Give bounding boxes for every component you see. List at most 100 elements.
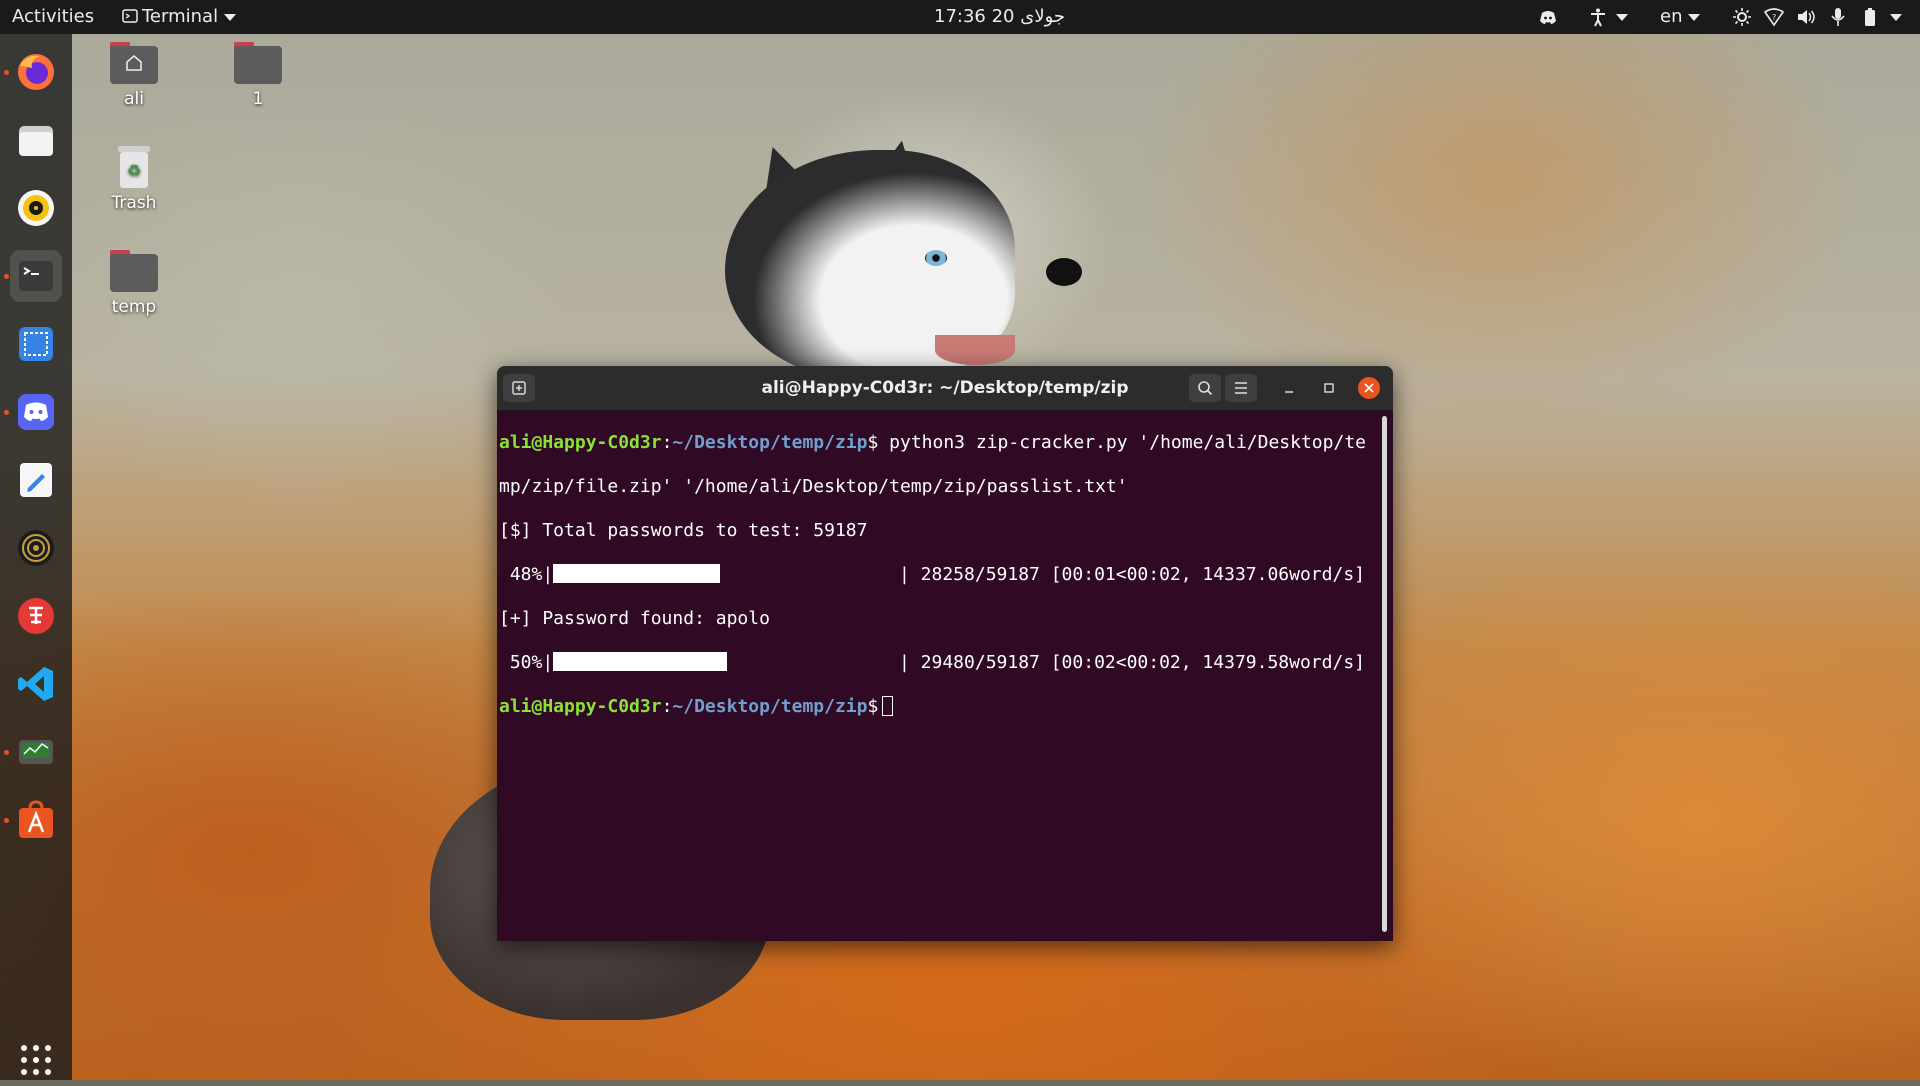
app-menu[interactable]: Terminal xyxy=(122,0,237,34)
prompt-separator: : xyxy=(661,696,673,717)
prompt-line: ali@Happy-C0d3r:~/Desktop/temp/zip$ xyxy=(499,696,1379,718)
prompt-path: ~/Desktop/temp/zip xyxy=(672,696,868,717)
output-password-found: [+] Password found: apolo xyxy=(499,608,770,629)
dock-app-red[interactable] xyxy=(10,590,62,642)
progress-bar-fill xyxy=(553,652,728,671)
command-line-2: mp/zip/file.zip' '/home/ali/Desktop/temp… xyxy=(499,476,1379,498)
accessibility-icon[interactable] xyxy=(1588,7,1608,27)
progress-percent: 50%| xyxy=(499,652,554,673)
vscode-icon xyxy=(18,667,53,701)
system-menu-chevron-icon[interactable] xyxy=(1890,14,1902,21)
screenshot-icon xyxy=(19,327,53,361)
dock-software-center[interactable] xyxy=(4,794,62,846)
language-label: en xyxy=(1660,6,1683,27)
running-indicator xyxy=(4,70,9,75)
dock-vscode[interactable] xyxy=(10,658,62,710)
microphone-icon[interactable] xyxy=(1828,7,1848,27)
chevron-down-icon xyxy=(1688,13,1701,21)
terminal-window[interactable]: ali@Happy-C0d3r: ~/Desktop/temp/zip ali@… xyxy=(497,366,1393,941)
speaker-icon xyxy=(18,530,54,566)
dock-screenshot[interactable] xyxy=(10,318,62,370)
desktop-icon-folder-1[interactable]: 1 xyxy=(208,42,308,109)
wallpaper-dog-mouth xyxy=(935,335,1015,365)
progress-stats: | 29480/59187 [00:02<00:02, 14379.58word… xyxy=(899,652,1365,673)
dock-discord[interactable] xyxy=(4,386,62,438)
prompt-symbol: $ xyxy=(867,432,879,453)
progress-bar-fill xyxy=(553,564,721,583)
terminal-icon xyxy=(19,261,53,291)
svg-text:♻: ♻ xyxy=(127,161,141,180)
trash-icon: ♻ xyxy=(118,146,150,188)
hamburger-menu-icon xyxy=(1235,382,1247,394)
terminal-small-icon xyxy=(122,9,138,23)
prompt-user: ali@Happy-C0d3r xyxy=(499,432,662,453)
output-total-passwords: [$] Total passwords to test: 59187 xyxy=(499,520,868,541)
terminal-scrollbar[interactable] xyxy=(1382,416,1387,932)
folder-icon xyxy=(234,42,282,84)
language-selector[interactable]: en xyxy=(1660,0,1701,34)
search-button[interactable] xyxy=(1189,374,1221,402)
maximize-icon xyxy=(1324,383,1334,393)
progress-percent: 48%| xyxy=(499,564,554,585)
home-folder-icon xyxy=(110,42,158,84)
activities-button[interactable]: Activities xyxy=(12,0,94,34)
dock-system-monitor[interactable] xyxy=(4,726,62,778)
dock-rhythmbox[interactable] xyxy=(10,182,62,234)
prompt-separator: : xyxy=(661,432,673,453)
app-red-icon xyxy=(18,598,54,634)
close-icon xyxy=(1358,377,1380,399)
firefox-icon xyxy=(18,54,54,90)
prompt-path: ~/Desktop/temp/zip xyxy=(672,432,868,453)
wallpaper-dog-nose xyxy=(1046,258,1082,286)
terminal-header-bar[interactable]: ali@Happy-C0d3r: ~/Desktop/temp/zip xyxy=(497,366,1393,411)
progress-stats: | 28258/59187 [00:01<00:02, 14337.06word… xyxy=(899,564,1365,585)
new-tab-icon xyxy=(512,381,526,395)
accessibility-chevron-icon[interactable] xyxy=(1616,14,1628,21)
desktop-icon-label: temp xyxy=(111,297,157,317)
maximize-button[interactable] xyxy=(1313,374,1345,402)
files-icon xyxy=(19,126,53,156)
command-line-1: ali@Happy-C0d3r:~/Desktop/temp/zip$ pyth… xyxy=(499,432,1379,454)
terminal-title: ali@Happy-C0d3r: ~/Desktop/temp/zip xyxy=(761,378,1129,398)
desktop-icon-label: Trash xyxy=(111,193,157,213)
desktop-icon-label: 1 xyxy=(252,89,264,109)
close-button[interactable] xyxy=(1353,374,1385,402)
progress-line-2: 50%| | 29480/59187 [00:02<00:02, 14379.58… xyxy=(499,652,1379,674)
folder-icon xyxy=(110,250,158,292)
dock-terminal[interactable] xyxy=(4,250,62,302)
running-indicator xyxy=(4,750,9,755)
app-menu-label: Terminal xyxy=(142,6,219,27)
desktop-icon-temp[interactable]: temp xyxy=(84,250,184,317)
running-indicator xyxy=(4,410,9,415)
desktop-icon-home[interactable]: ali xyxy=(84,42,184,109)
progress-line-1: 48%| | 28258/59187 [00:01<00:02, 14337.06… xyxy=(499,564,1379,586)
dock-files[interactable] xyxy=(10,114,62,166)
battery-icon[interactable] xyxy=(1860,7,1880,27)
clock[interactable]: 17:36 20 جولای xyxy=(934,0,1065,34)
dock-text-editor[interactable] xyxy=(10,454,62,506)
terminal-output[interactable]: ali@Happy-C0d3r:~/Desktop/temp/zip$ pyth… xyxy=(499,410,1379,935)
dock-speaker-app[interactable] xyxy=(10,522,62,574)
running-indicator xyxy=(4,818,9,823)
rhythmbox-icon xyxy=(18,190,54,226)
brightness-icon[interactable] xyxy=(1732,7,1752,27)
menu-button[interactable] xyxy=(1225,374,1257,402)
discord-tray-icon[interactable] xyxy=(1538,7,1558,27)
dock-firefox[interactable] xyxy=(4,46,62,98)
search-icon xyxy=(1198,381,1213,396)
command-text: python3 zip-cracker.py '/home/ali/Deskto… xyxy=(878,432,1366,453)
prompt-symbol: $ xyxy=(867,696,879,717)
desktop-icon-trash[interactable]: ♻ Trash xyxy=(84,146,184,213)
discord-icon xyxy=(18,394,54,430)
top-bar: Activities Terminal 17:36 20 جولای en ? xyxy=(0,0,1920,34)
svg-text:?: ? xyxy=(1772,13,1776,22)
network-icon[interactable]: ? xyxy=(1764,7,1784,27)
volume-icon[interactable] xyxy=(1796,7,1816,27)
minimize-button[interactable] xyxy=(1273,374,1305,402)
show-applications-button[interactable] xyxy=(10,1034,62,1086)
new-tab-button[interactable] xyxy=(503,374,535,402)
prompt-user: ali@Happy-C0d3r xyxy=(499,696,662,717)
wallpaper-dog-eye xyxy=(925,250,947,266)
running-indicator xyxy=(4,274,9,279)
desktop-icon-label: ali xyxy=(124,89,144,109)
